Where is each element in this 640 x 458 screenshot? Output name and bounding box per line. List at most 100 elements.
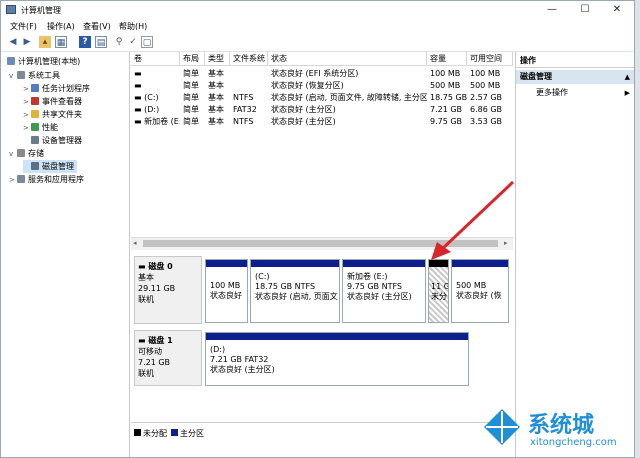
menu-help[interactable]: 帮助(H) xyxy=(119,21,147,32)
legend-primary: 主分区 xyxy=(180,429,204,438)
table-row-volume[interactable]: ▬ (C:) xyxy=(131,92,180,104)
tree-disk-management[interactable]: 磁盘管理 xyxy=(23,160,77,173)
submenu-arrow-icon: ▶ xyxy=(624,89,630,97)
disk-0-label[interactable]: ▬ 磁盘 0 基本 29.11 GB 联机 xyxy=(134,256,202,324)
arrow-shaft xyxy=(439,180,515,252)
chevron-right-icon[interactable]: > xyxy=(9,176,17,184)
tree-storage[interactable]: v 存储 xyxy=(9,148,44,159)
disk-1-label[interactable]: ▬ 磁盘 1 可移动 7.21 GB 联机 xyxy=(134,330,202,386)
table-cell: 3.53 GB xyxy=(470,117,503,126)
table-cell: 100 MB xyxy=(470,69,501,78)
column-header-filesystem[interactable]: 文件系统 xyxy=(230,52,268,66)
primary-partition-bar xyxy=(206,333,468,340)
table-cell: 基本 xyxy=(208,69,224,78)
unallocated-size: 11 G xyxy=(431,282,449,291)
show-hide-tree-icon[interactable]: ▦ xyxy=(55,36,67,48)
partition-size: 100 MB xyxy=(210,281,241,290)
partition-status: 状态良好 (主分区) xyxy=(210,365,275,374)
export-icon[interactable]: ▢ xyxy=(141,36,153,48)
collapse-icon[interactable]: ▲ xyxy=(625,70,630,84)
chevron-right-icon[interactable]: > xyxy=(23,124,31,132)
table-row-volume[interactable]: ▬ xyxy=(131,80,180,92)
table-cell: 基本 xyxy=(208,117,224,126)
volume-icon: ▬ xyxy=(134,81,142,90)
table-cell: 2.57 GB xyxy=(470,93,503,102)
column-header-layout[interactable]: 布局 xyxy=(180,52,205,66)
table-cell: 状态良好 (主分区) xyxy=(271,117,336,126)
actions-section-disk-management[interactable]: 磁盘管理 ▲ xyxy=(516,70,634,84)
window-title: 计算机管理 xyxy=(21,6,61,15)
tree-system-tools[interactable]: v 系统工具 xyxy=(9,70,60,81)
forward-arrow-icon[interactable]: ▶ xyxy=(21,36,33,48)
partition-size: 9.75 GB NTFS xyxy=(347,282,402,291)
disk-1-name: ▬ 磁盘 1 xyxy=(138,336,173,345)
tree-performance[interactable]: > 性能 xyxy=(23,122,58,133)
table-row-volume[interactable]: ▬ 新加卷 (E:) xyxy=(131,116,180,128)
column-header-free-space[interactable]: 可用空间 xyxy=(467,52,513,66)
column-header-status[interactable]: 状态 xyxy=(268,52,427,66)
windows-logo-icon xyxy=(484,409,520,445)
maximize-button[interactable]: ☐ xyxy=(569,1,601,19)
disk-graphical-view: ▬ 磁盘 0 基本 29.11 GB 联机 100 MB 状态良好 (C:) 1… xyxy=(131,180,515,422)
annotation-arrow xyxy=(431,180,515,260)
close-button[interactable]: ✕ xyxy=(601,1,633,19)
column-header-capacity[interactable]: 容量 xyxy=(427,52,467,66)
more-actions[interactable]: 更多操作 ▶ xyxy=(516,86,634,100)
chevron-down-icon[interactable]: v xyxy=(9,72,17,80)
table-row-volume[interactable]: ▬ xyxy=(131,68,180,80)
tree-root[interactable]: 计算机管理(本地) xyxy=(7,56,80,67)
help-icon[interactable]: ? xyxy=(79,36,91,48)
disk-0-type: 基本 xyxy=(138,273,154,282)
device-manager-icon xyxy=(31,136,39,144)
scroll-left-icon[interactable]: ◂ xyxy=(133,239,137,247)
properties-icon[interactable]: ▤ xyxy=(95,36,107,48)
disk-0-partition-efi[interactable]: 100 MB 状态良好 xyxy=(205,259,248,323)
menu-file[interactable]: 文件(F) xyxy=(10,21,37,32)
back-arrow-icon[interactable]: ◀ xyxy=(7,36,19,48)
tree-event-viewer[interactable]: > 事件查看器 xyxy=(23,96,82,107)
table-cell: 基本 xyxy=(208,81,224,90)
table-cell: 500 MB xyxy=(430,81,461,90)
disk-1-partition-d[interactable]: (D:) 7.21 GB FAT32 状态良好 (主分区) xyxy=(205,332,469,386)
disk-icon: ▬ xyxy=(138,336,149,345)
chevron-right-icon[interactable]: > xyxy=(23,85,31,93)
table-cell: FAT32 xyxy=(233,105,257,114)
table-cell: 100 MB xyxy=(430,69,461,78)
chevron-right-icon[interactable]: > xyxy=(23,111,31,119)
chevron-right-icon[interactable]: > xyxy=(23,98,31,106)
tree-services-applications[interactable]: > 服务和应用程序 xyxy=(9,174,84,185)
connect-icon[interactable]: ⚲ xyxy=(113,36,125,48)
tree-shared-folders[interactable]: > 共享文件夹 xyxy=(23,109,82,120)
table-cell: 简单 xyxy=(183,81,199,90)
watermark-brand: 系统城 xyxy=(528,413,595,438)
table-row-volume[interactable]: ▬ (D:) xyxy=(131,104,180,116)
disk-0-partition-e[interactable]: 新加卷 (E:) 9.75 GB NTFS 状态良好 (主分区) xyxy=(342,259,426,323)
minimize-button[interactable]: — xyxy=(536,1,568,19)
primary-swatch xyxy=(171,429,178,436)
unallocated-label: 未分 xyxy=(431,292,447,301)
computer-icon xyxy=(7,57,15,65)
table-cell: 简单 xyxy=(183,93,199,102)
menu-view[interactable]: 查看(V) xyxy=(83,21,111,32)
disk-0-partition-c[interactable]: (C:) 18.75 GB NTFS 状态良好 (启动, 页面文 xyxy=(250,259,340,323)
menu-bar: 文件(F) 操作(A) 查看(V) 帮助(H) xyxy=(1,19,634,33)
check-icon[interactable]: ✓ xyxy=(127,36,139,48)
column-header-type[interactable]: 类型 xyxy=(205,52,230,66)
column-header-volume[interactable]: 卷 xyxy=(131,52,180,66)
menu-action[interactable]: 操作(A) xyxy=(47,21,75,32)
up-folder-icon[interactable]: ▴ xyxy=(39,36,51,48)
disk-1-status: 联机 xyxy=(138,369,154,378)
volume-icon: ▬ xyxy=(134,93,142,102)
tools-icon xyxy=(17,71,25,79)
table-cell: NTFS xyxy=(233,117,254,126)
chevron-down-icon[interactable]: v xyxy=(9,150,17,158)
tree-device-manager[interactable]: 设备管理器 xyxy=(31,135,82,146)
clock-icon xyxy=(31,84,39,92)
tree-task-scheduler[interactable]: > 任务计划程序 xyxy=(23,83,90,94)
disk-management-icon xyxy=(31,162,39,170)
partition-status: 状态良好 (恢 xyxy=(456,291,502,300)
table-cell: 基本 xyxy=(208,105,224,114)
partition-label: (C:) xyxy=(255,272,270,281)
table-cell: 状态良好 (主分区) xyxy=(271,105,336,114)
shared-folder-icon xyxy=(31,110,39,118)
